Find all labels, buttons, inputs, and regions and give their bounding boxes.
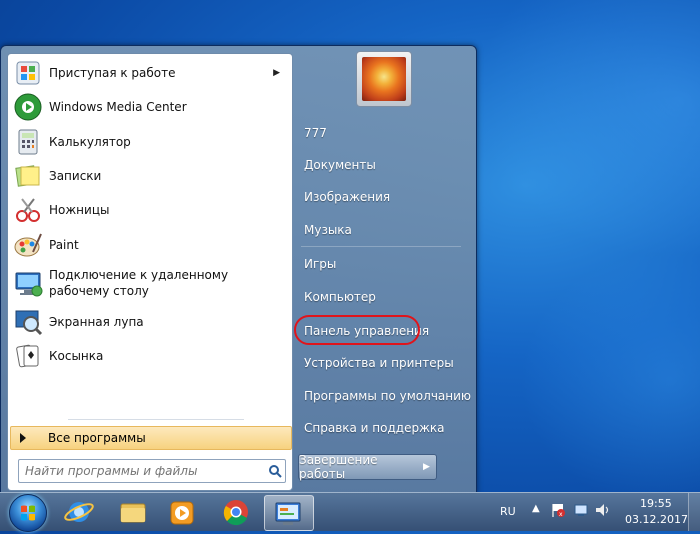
windows-logo-icon [21,505,35,521]
wallpaper-streak [520,250,700,510]
program-snipping-tool[interactable]: Ножницы [10,194,288,226]
taskbar-control-panel[interactable] [264,495,314,531]
program-label: Ножницы [49,203,110,217]
program-solitaire[interactable]: Косынка [10,340,288,372]
flower-avatar-icon [362,57,406,101]
search-input[interactable] [19,462,265,480]
link-computer[interactable]: Компьютер [304,290,376,304]
clock-date[interactable]: 03.12.2017 [625,513,688,526]
all-programs-button[interactable]: Все программы [10,426,292,450]
network-icon[interactable] [573,502,589,521]
solitaire-icon [13,341,43,371]
snipping-tool-icon [13,195,43,225]
getting-started-icon [13,58,43,88]
highlight-ring [294,315,420,345]
user-picture[interactable] [356,51,412,107]
remote-desktop-icon [13,269,43,299]
program-label: Экранная лупа [49,315,144,329]
show-desktop-button[interactable] [688,493,700,531]
program-magnifier[interactable]: Экранная лупа [10,306,288,338]
program-label: Приступая к работе [49,66,176,80]
taskbar-internet-explorer[interactable] [56,495,102,529]
program-label: Paint [49,238,79,252]
expand-arrow-icon [20,433,26,443]
explorer-folder-icon [120,503,146,523]
taskbar-chrome[interactable] [213,495,259,529]
svg-text:x: x [559,511,563,518]
separator [301,246,461,247]
taskbar-media-player[interactable] [160,495,206,529]
start-menu: Приступая к работе ▶ Windows Media Cente… [0,45,477,494]
clock-time[interactable]: 19:55 [640,497,672,510]
control-panel-icon [275,502,301,525]
program-paint[interactable]: Paint [10,229,288,261]
program-media-center[interactable]: Windows Media Center [10,91,288,123]
sticky-notes-icon [13,161,43,191]
link-devices-printers[interactable]: Устройства и принтеры [304,356,454,370]
media-center-icon [13,92,43,122]
search-icon[interactable] [265,464,285,478]
action-center-flag-icon[interactable]: x [550,502,566,521]
link-pictures[interactable]: Изображения [304,190,390,204]
link-help-support[interactable]: Справка и поддержка [304,421,445,435]
media-player-icon [170,501,194,525]
shutdown-options-button[interactable]: ▶ [417,454,437,480]
language-indicator[interactable]: RU [500,505,516,518]
program-label: Калькулятор [49,135,131,149]
search-box[interactable] [18,459,286,483]
calculator-icon [13,127,43,157]
wallpaper-streak [470,0,700,260]
link-documents[interactable]: Документы [304,158,376,172]
link-music[interactable]: Музыка [304,223,352,237]
magnifier-icon [13,307,43,337]
program-label: Записки [49,169,102,183]
program-calculator[interactable]: Калькулятор [10,126,288,158]
link-games[interactable]: Игры [304,257,336,271]
start-button[interactable] [9,494,47,532]
program-label: Подключение к удаленному рабочему столу [49,268,229,298]
paint-icon [13,230,43,260]
taskbar-explorer[interactable] [110,495,156,529]
show-hidden-icons-icon[interactable]: ▲ [532,503,540,514]
chrome-icon [223,500,248,526]
volume-icon[interactable] [594,502,610,521]
taskbar: RU ▲ x 19:55 03.12.2017 [0,492,700,532]
link-user-folder[interactable]: 777 [304,126,327,140]
internet-explorer-icon [64,502,94,522]
program-remote-desktop[interactable]: Подключение к удаленному рабочему столу [10,265,288,305]
all-programs-label: Все программы [48,431,146,445]
shutdown-button[interactable]: Завершение работы [298,453,418,481]
program-label: Windows Media Center [49,100,187,114]
submenu-arrow-icon: ▶ [273,68,280,78]
program-label: Косынка [49,349,104,363]
link-default-programs[interactable]: Программы по умолчанию [304,389,471,403]
programs-pane: Приступая к работе ▶ Windows Media Cente… [7,53,293,491]
chevron-right-icon: ▶ [423,462,430,472]
program-getting-started[interactable]: Приступая к работе ▶ [10,57,288,89]
program-sticky-notes[interactable]: Записки [10,160,288,192]
separator [68,419,244,420]
